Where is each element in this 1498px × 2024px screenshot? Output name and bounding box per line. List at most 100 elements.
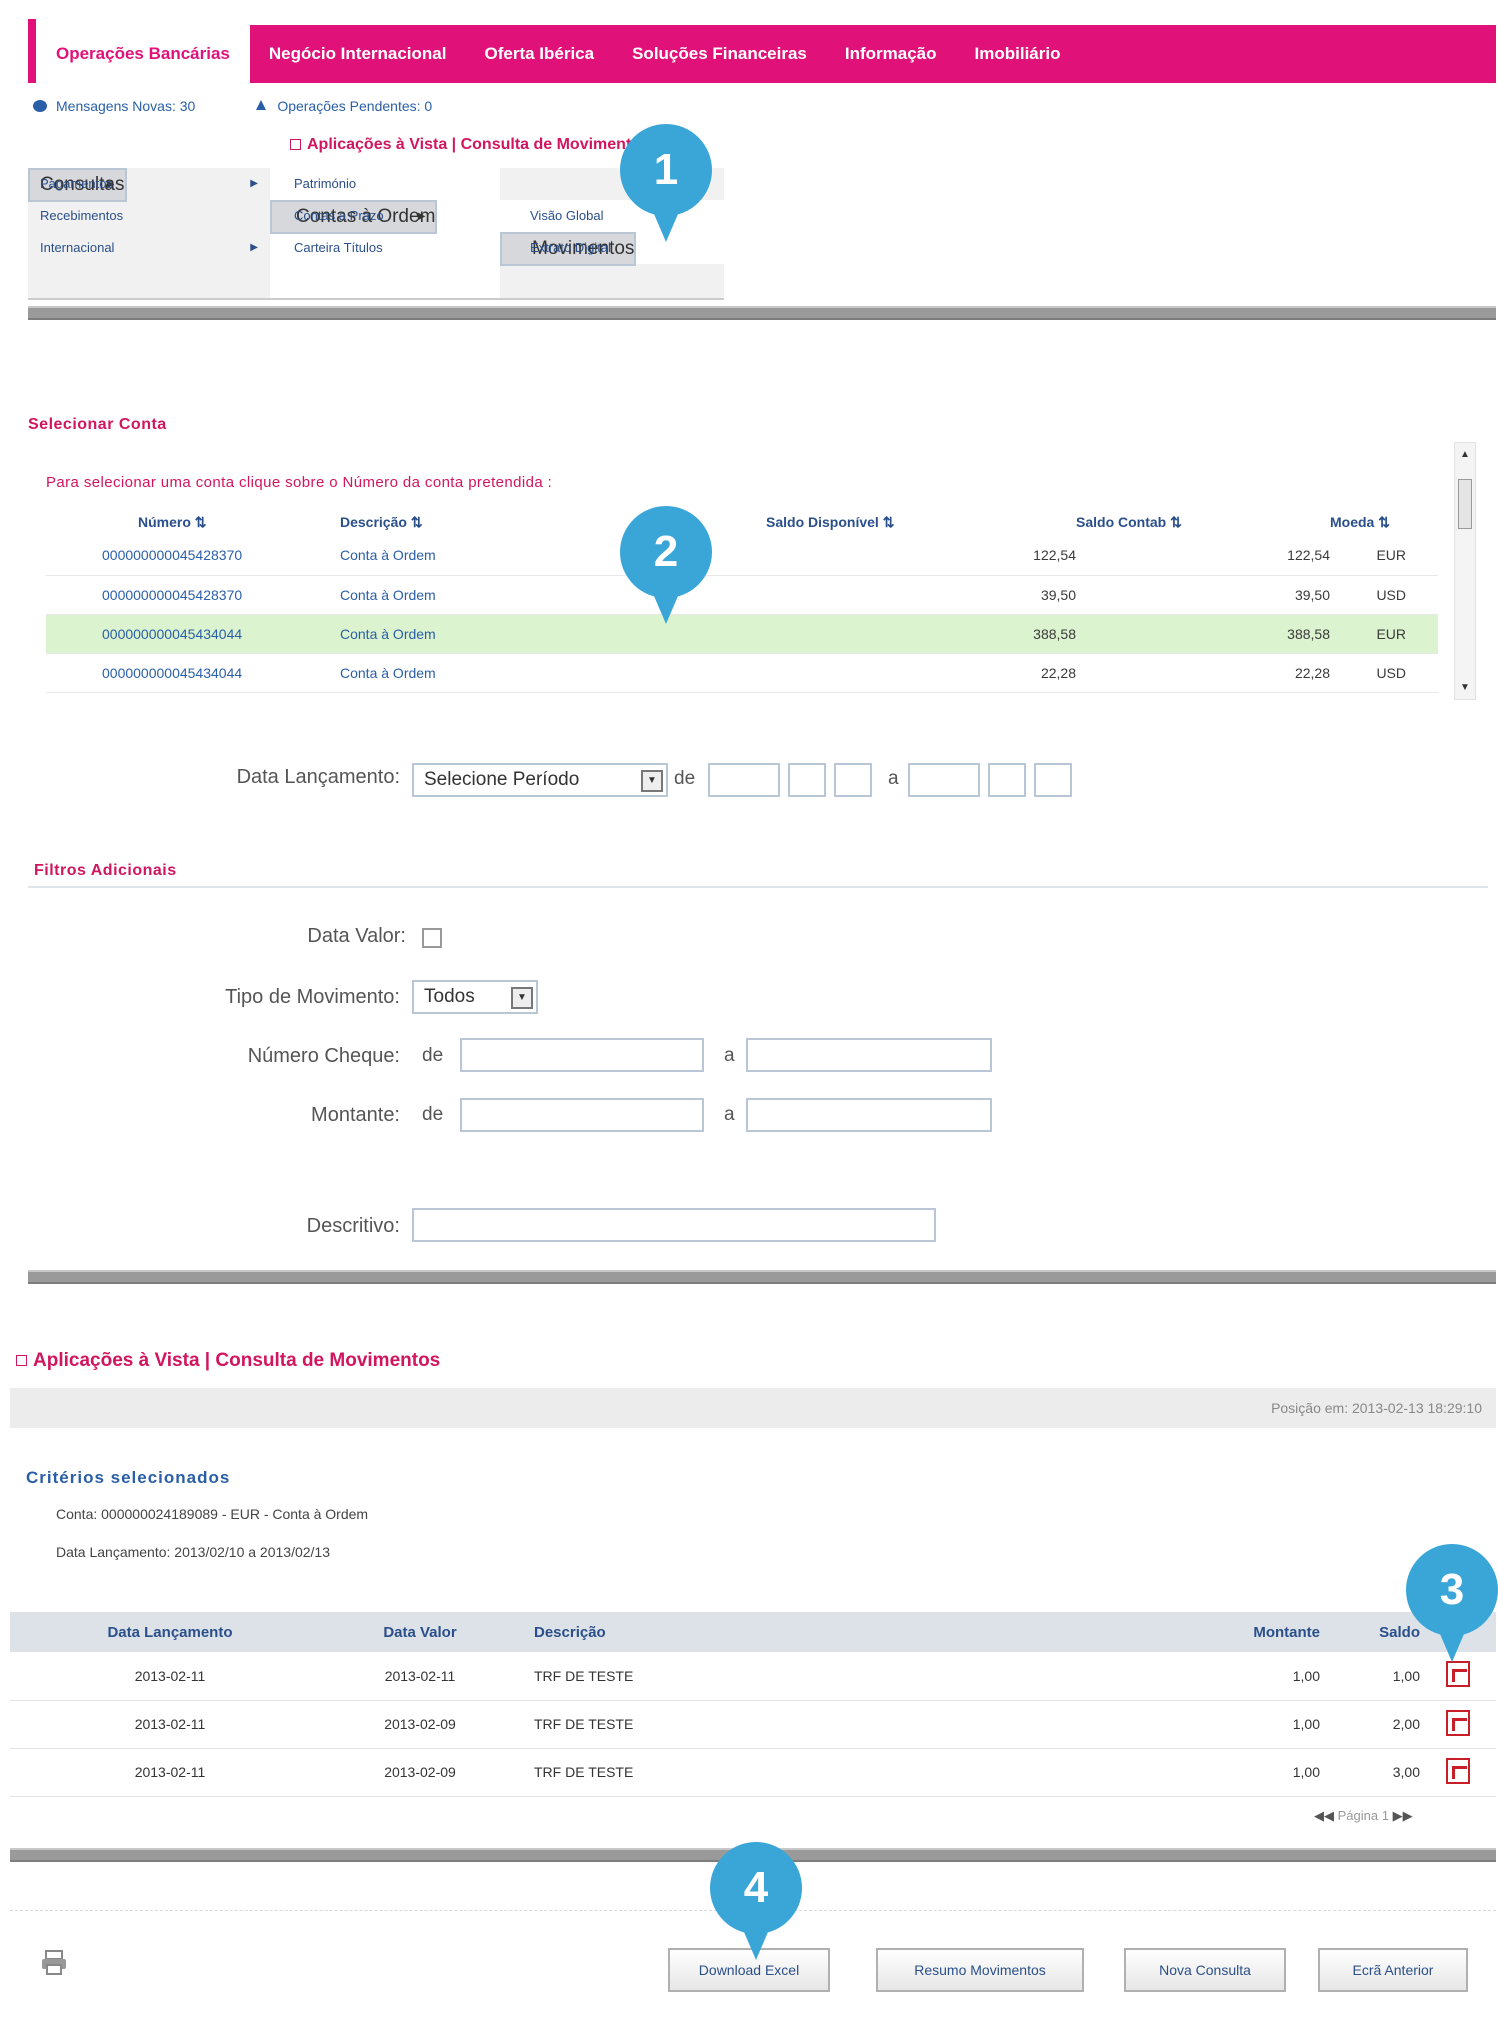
col-header-saldo[interactable]: Saldo	[1320, 1612, 1420, 1652]
position-bar: Posição em: 2013-02-13 18:29:10	[10, 1388, 1496, 1428]
col-header-descricao[interactable]: Descrição	[510, 1612, 1170, 1652]
date-to-year-input[interactable]	[908, 763, 980, 797]
account-number-link[interactable]: 000000000045434044	[46, 614, 326, 654]
tipo-movimento-select[interactable]: Todos ▼	[412, 980, 538, 1014]
dropdown-arrow-icon[interactable]: ▼	[641, 770, 663, 792]
cheque-to-label: a	[724, 1045, 735, 1066]
tab-solucoes-financeiras[interactable]: Soluções Financeiras	[613, 25, 826, 83]
scroll-thumb[interactable]	[1458, 479, 1472, 529]
col-header-moeda[interactable]: Moeda ⇅	[1330, 508, 1438, 536]
account-description[interactable]: Conta à Ordem	[326, 653, 766, 693]
annotation-marker-2: 2	[620, 506, 712, 624]
table-row-selected[interactable]: 000000000045434044 Conta à Ordem 388,58 …	[46, 614, 1438, 654]
last-page-icon[interactable]: ▶▶	[1393, 1808, 1413, 1823]
select-account-hint: Para selecionar uma conta clique sobre o…	[46, 474, 553, 491]
movements-header-row: Data Lançamento Data Valor Descrição Mon…	[10, 1612, 1496, 1652]
menu-item-carteira-titulos[interactable]: Carteira Títulos	[270, 232, 500, 264]
movement-description-link[interactable]: TRF DE TESTE	[510, 1652, 1170, 1701]
available-balance: 388,58	[766, 614, 1076, 654]
table-row[interactable]: 000000000045434044 Conta à Ordem 22,28 2…	[46, 653, 1438, 693]
accounts-scrollbar[interactable]: ▲ ▼	[1454, 442, 1476, 700]
dropdown-arrow-icon[interactable]: ▼	[511, 987, 533, 1009]
tab-imobiliario[interactable]: Imobiliário	[956, 25, 1080, 83]
montante-from-label: de	[422, 1104, 444, 1125]
breadcrumb-results: Aplicações à Vista | Consulta de Movimen…	[16, 1350, 440, 1372]
first-page-icon[interactable]: ◀◀	[1314, 1808, 1334, 1823]
menu-item-patrimonio[interactable]: Património	[270, 168, 500, 200]
criteria-account: Conta: 000000024189089 - EUR - Conta à O…	[56, 1506, 369, 1522]
tab-oferta-iberica[interactable]: Oferta Ibérica	[465, 25, 613, 83]
arrow-right-icon: ▶	[250, 178, 258, 189]
tipo-movimento-label: Tipo de Movimento:	[225, 986, 400, 1008]
movement-value-date: 2013-02-09	[330, 1700, 510, 1749]
scroll-up-icon[interactable]: ▲	[1460, 449, 1470, 460]
account-number-link[interactable]: 000000000045434044	[46, 653, 326, 693]
col-header-montante[interactable]: Montante	[1170, 1612, 1320, 1652]
menu-item-contas-prazo[interactable]: Contas a Prazo	[270, 200, 500, 232]
position-timestamp: Posição em: 2013-02-13 18:29:10	[1271, 1400, 1482, 1416]
montante-to-input[interactable]	[746, 1098, 992, 1132]
account-number-link[interactable]: 000000000045428370	[46, 575, 326, 615]
date-from-day-input[interactable]	[834, 763, 872, 797]
available-balance: 122,54	[766, 536, 1076, 576]
divider	[28, 1270, 1496, 1284]
movement-launch-date: 2013-02-11	[10, 1652, 330, 1701]
annotation-marker-1: 1	[620, 124, 712, 242]
period-select-value: Selecione Período	[424, 769, 580, 790]
movement-description-link[interactable]: TRF DE TESTE	[510, 1700, 1170, 1749]
info-bar: Mensagens Novas: 30 Operações Pendentes:…	[32, 92, 432, 120]
cheque-from-input[interactable]	[460, 1038, 704, 1072]
date-from-label: de	[674, 768, 696, 789]
date-to-day-input[interactable]	[1034, 763, 1072, 797]
montante-label: Montante:	[311, 1104, 400, 1126]
account-description[interactable]: Conta à Ordem	[326, 614, 766, 654]
period-select[interactable]: Selecione Período ▼	[412, 763, 668, 797]
breadcrumb-results-text: Aplicações à Vista | Consulta de Movimen…	[33, 1350, 441, 1371]
accounts-table: Número ⇅ Descrição ⇅ Saldo Disponível ⇅ …	[46, 508, 1438, 693]
main-nav: Operações Bancárias Negócio Internaciona…	[28, 19, 1496, 83]
arrow-right-icon: ▶	[250, 242, 258, 253]
tab-informacao[interactable]: Informação	[826, 25, 956, 83]
account-number-link[interactable]: 000000000045428370	[46, 536, 326, 576]
accounting-balance: 22,28	[1076, 653, 1330, 693]
movement-launch-date: 2013-02-11	[10, 1748, 330, 1797]
previous-screen-button[interactable]: Ecrã Anterior	[1318, 1948, 1468, 1992]
date-to-month-input[interactable]	[988, 763, 1026, 797]
menu-item-pagamentos[interactable]: Pagamentos ▶	[28, 168, 268, 200]
col-header-saldo-disponivel[interactable]: Saldo Disponível ⇅	[766, 508, 1076, 536]
pdf-icon[interactable]	[1446, 1757, 1470, 1784]
new-messages-link[interactable]: Mensagens Novas: 30	[56, 98, 195, 114]
col-header-data-lancamento[interactable]: Data Lançamento	[10, 1612, 330, 1652]
col-header-data-valor[interactable]: Data Valor	[330, 1612, 510, 1652]
col-header-saldo-contab[interactable]: Saldo Contab ⇅	[1076, 508, 1330, 536]
data-valor-checkbox[interactable]	[422, 928, 442, 948]
descritivo-input[interactable]	[412, 1208, 936, 1242]
section-title-additional-filters: Filtros Adicionais	[34, 862, 177, 879]
menu-item-extrato-digital[interactable]: Extrato Digital	[500, 232, 724, 264]
page-indicator: Página 1	[1337, 1808, 1389, 1823]
breadcrumb-square-icon	[16, 1355, 27, 1367]
col-header-numero[interactable]: Número ⇅	[46, 508, 326, 536]
date-from-year-input[interactable]	[708, 763, 780, 797]
table-row[interactable]: 000000000045428370 Conta à Ordem 122,54 …	[46, 536, 1438, 576]
movement-description-link[interactable]: TRF DE TESTE	[510, 1748, 1170, 1797]
tab-operacoes-bancarias[interactable]: Operações Bancárias	[28, 19, 250, 83]
tab-negocio-internacional[interactable]: Negócio Internacional	[250, 25, 466, 83]
new-query-button[interactable]: Nova Consulta	[1124, 1948, 1286, 1992]
summary-movements-button[interactable]: Resumo Movimentos	[876, 1948, 1084, 1992]
pending-operations-link[interactable]: Operações Pendentes: 0	[277, 98, 432, 114]
menu-item-recebimentos[interactable]: Recebimentos	[28, 200, 268, 232]
cheque-to-input[interactable]	[746, 1038, 992, 1072]
table-row[interactable]: 000000000045428370 Conta à Ordem 39,50 3…	[46, 575, 1438, 615]
pdf-icon[interactable]	[1446, 1709, 1470, 1736]
date-from-month-input[interactable]	[788, 763, 826, 797]
montante-from-input[interactable]	[460, 1098, 704, 1132]
pdf-icon[interactable]	[1446, 1661, 1470, 1688]
menu-item-internacional[interactable]: Internacional ▶	[28, 232, 268, 264]
scroll-down-icon[interactable]: ▼	[1460, 682, 1470, 693]
date-launch-label: Data Lançamento:	[236, 766, 400, 788]
criteria-date: Data Lançamento: 2013/02/10 a 2013/02/13	[56, 1544, 330, 1560]
breadcrumb-text: Aplicações à Vista | Consulta de Movimen…	[307, 136, 650, 153]
currency: USD	[1330, 653, 1438, 693]
print-icon[interactable]	[40, 1950, 68, 1981]
